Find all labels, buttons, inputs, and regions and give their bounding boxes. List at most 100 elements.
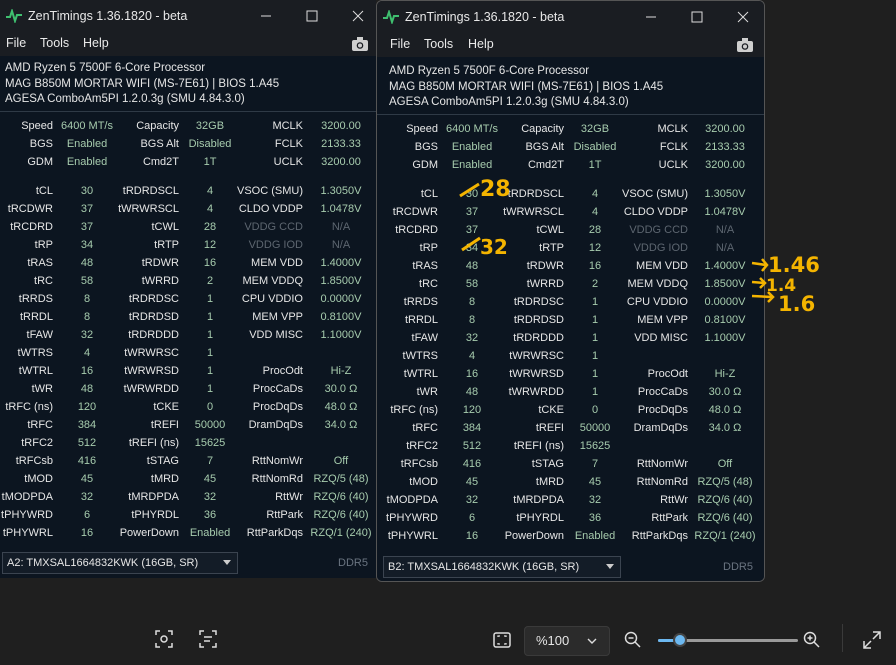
value-rttparkdqs: RZQ/1 (240): [694, 530, 756, 542]
value-bgs: Enabled: [66, 138, 108, 150]
label-tphywrl: tPHYWRL: [387, 530, 438, 542]
value-trfc: 384: [77, 419, 97, 431]
value-trrds: 8: [83, 293, 91, 305]
label-cldo-vddp: CLDO VDDP: [238, 203, 303, 215]
value-procdqds: 48.0 Ω: [324, 401, 358, 413]
value-proccads: 30.0 Ω: [324, 383, 358, 395]
value-tstag: 7: [206, 455, 214, 467]
value-fclk: 2133.33: [321, 138, 361, 150]
menu-bar: File Tools Help: [0, 32, 376, 56]
label-vdd-misc: VDD MISC: [634, 332, 688, 344]
chevron-down-icon: [606, 564, 614, 569]
menu-help[interactable]: Help: [83, 36, 109, 50]
zoom-value: %100: [536, 633, 570, 648]
board-bios: MAG B850M MORTAR WIFI (MS-7E61) | BIOS 1…: [5, 77, 280, 90]
value-tcke: 0: [591, 404, 599, 416]
value-gdm: Enabled: [66, 156, 108, 168]
menu-tools[interactable]: Tools: [40, 36, 69, 50]
value-tmrdpda: 32: [203, 491, 217, 503]
value-tfaw: 32: [80, 329, 94, 341]
value-trrdl: 8: [83, 311, 91, 323]
value-tmrd: 45: [588, 476, 602, 488]
value-uclk: 3200.00: [321, 156, 361, 168]
label-vsoc-smu: VSOC (SMU): [237, 185, 303, 197]
dimm-select[interactable]: A2: TMXSAL1664832KWK (16GB, SR): [2, 552, 238, 574]
label-rttparkdqs: RttParkDqs: [246, 527, 303, 539]
value-trdrdsd: 1: [206, 311, 214, 323]
zoom-in-icon[interactable]: [803, 631, 821, 649]
zoom-slider[interactable]: [658, 633, 798, 647]
label-procodt: ProcOdt: [262, 365, 303, 377]
value-cmd2t: 1T: [203, 156, 217, 168]
value-procdqds: 48.0 Ω: [708, 404, 742, 416]
value-powerdown: Enabled: [189, 527, 231, 539]
value-cldo-vddp: 1.0478V: [320, 203, 362, 215]
value-proccads: 30.0 Ω: [708, 386, 742, 398]
chevron-down-icon: [223, 560, 231, 565]
value-rttpark: RZQ/6 (40): [313, 509, 369, 521]
minimize-button[interactable]: [246, 4, 286, 28]
label-mem-vpp: MEM VPP: [252, 311, 303, 323]
dimm-select[interactable]: B2: TMXSAL1664832KWK (16GB, SR): [383, 556, 621, 578]
label-rttnomwr: RttNomWr: [251, 455, 303, 467]
label-cpu-vddio: CPU VDDIO: [241, 293, 303, 305]
label-tmodpda: tMODPDA: [386, 494, 438, 506]
label-rttwr: RttWr: [660, 494, 688, 506]
value-tmod: 45: [80, 473, 94, 485]
label-rttpark: RttPark: [651, 512, 688, 524]
value-tphywrd: 6: [468, 512, 476, 524]
label-proccads: ProcCaDs: [252, 383, 303, 395]
value-rttnomwr: Off: [717, 458, 733, 470]
strike-mark: [461, 236, 481, 252]
zoom-slider-thumb[interactable]: [673, 633, 688, 647]
value-tphywrl: 16: [465, 530, 479, 542]
value-tmodpda: 32: [80, 491, 94, 503]
value-twtrs: 4: [468, 350, 476, 362]
fullscreen-icon[interactable]: [863, 631, 881, 649]
value-tras: 48: [80, 257, 94, 269]
value-trfcsb: 416: [77, 455, 97, 467]
label-tphywrd: tPHYWRD: [386, 512, 438, 524]
bottom-bar: A2: TMXSAL1664832KWK (16GB, SR) DDR5: [0, 546, 376, 578]
handwritten-annotations: 28 32 1.46 1.4 1.6: [459, 177, 820, 316]
value-trcdwr: 37: [80, 203, 94, 215]
value-trc: 58: [80, 275, 94, 287]
value-tmodpda: 32: [465, 494, 479, 506]
value-tstag: 7: [591, 458, 599, 470]
viewer-toolbar: %100: [0, 610, 896, 665]
fit-to-window-icon[interactable]: [493, 631, 511, 649]
label-rttnomwr: RttNomWr: [636, 458, 688, 470]
dimm-select-value: B2: TMXSAL1664832KWK (16GB, SR): [388, 561, 580, 573]
value-twrwrdd: 1: [591, 386, 599, 398]
label-tphywrl: tPHYWRL: [2, 527, 53, 539]
label-tmodpda: tMODPDA: [1, 491, 53, 503]
zoom-out-icon[interactable]: [624, 631, 642, 649]
strike-mark: [459, 182, 480, 198]
text-scan-icon[interactable]: [199, 630, 217, 648]
value-mem-vdd: 1.4000V: [320, 257, 362, 269]
value-trfc2: 512: [462, 440, 482, 452]
value-bgs-alt: Disabled: [188, 138, 232, 150]
camera-icon[interactable]: [351, 36, 369, 52]
title-bar[interactable]: ZenTimings 1.36.1820 - beta: [0, 0, 376, 32]
chevron-down-icon: [587, 638, 597, 644]
value-twrwrsc: 1: [206, 347, 214, 359]
value-tphywrl: 16: [80, 527, 94, 539]
visual-search-icon[interactable]: [155, 630, 173, 648]
value-twrwrsd: 1: [591, 368, 599, 380]
value-vdd-misc: 1.1000V: [704, 332, 746, 344]
value-tphyrdl: 36: [203, 509, 217, 521]
label-mem-vddq: MEM VDDQ: [242, 275, 304, 287]
value-twtrl: 16: [465, 368, 479, 380]
close-button[interactable]: [338, 4, 376, 28]
menu-file[interactable]: File: [6, 36, 26, 50]
value-tmrd: 45: [203, 473, 217, 485]
label-dramdqds: DramDqDs: [633, 422, 688, 434]
value-tmod: 45: [465, 476, 479, 488]
value-rttwr: RZQ/6 (40): [697, 494, 753, 506]
label-proccads: ProcCaDs: [637, 386, 688, 398]
value-mem-vpp: 0.8100V: [320, 311, 362, 323]
value-trefi-ns: 15625: [579, 440, 611, 452]
maximize-button[interactable]: [292, 4, 332, 28]
zoom-select[interactable]: %100: [524, 626, 610, 656]
